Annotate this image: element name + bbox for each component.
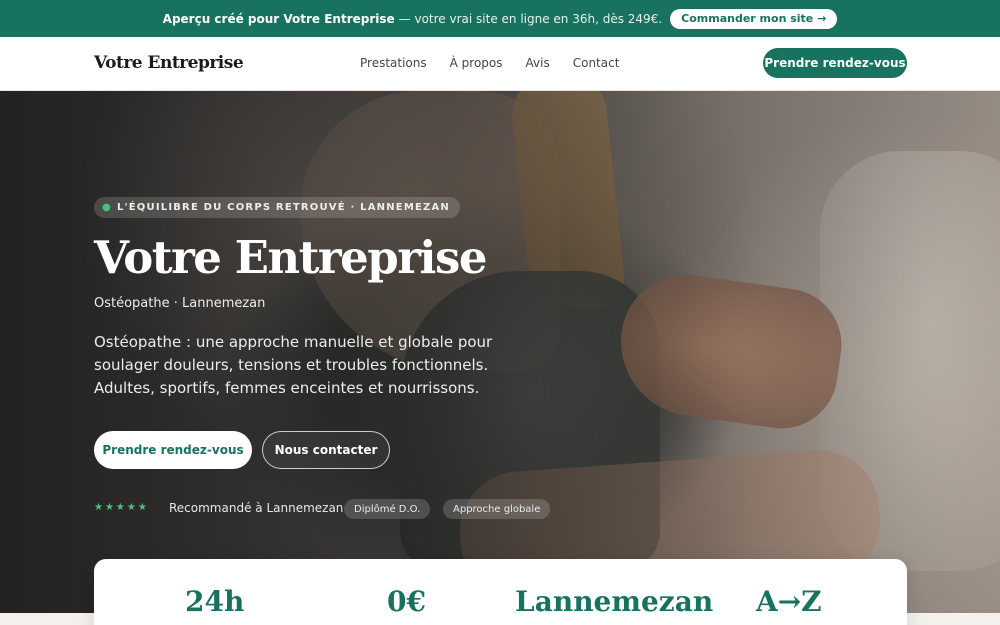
order-site-button[interactable]: Commander mon site →	[670, 8, 838, 29]
hero-title: Votre Entreprise	[94, 231, 487, 284]
nav-item-a-propos[interactable]: À propos	[450, 56, 503, 70]
stat-value: A→Z	[756, 585, 822, 618]
recommend-text: Recommandé à Lannemezan	[169, 501, 344, 515]
hero-subtitle: Ostéopathe · Lannemezan	[94, 296, 266, 311]
stats-card: 24h 0€ Lannemezan A→Z	[94, 559, 907, 625]
brand-logo[interactable]: Votre Entreprise	[94, 53, 244, 73]
badge-global-approach: Approche globale	[443, 499, 551, 519]
hero-tagline: ● L'ÉQUILIBRE DU CORPS RETROUVÉ · LANNEM…	[94, 197, 460, 218]
promo-banner: Aperçu créé pour Votre Entreprise — votr…	[0, 0, 1000, 37]
banner-text: — votre vrai site en ligne en 36h, dès 2…	[398, 11, 663, 26]
nav-item-prestations[interactable]: Prestations	[360, 56, 427, 70]
nav-menu: Prestations À propos Avis Contact	[360, 56, 619, 70]
hero-section: ● L'ÉQUILIBRE DU CORPS RETROUVÉ · LANNEM…	[0, 91, 1000, 613]
book-appointment-nav-button[interactable]: Prendre rendez-vous	[763, 48, 907, 78]
banner-strong-text: Aperçu créé pour Votre Entreprise	[162, 11, 395, 26]
nav-item-avis[interactable]: Avis	[526, 56, 550, 70]
top-navigation: Votre Entreprise Prestations À propos Av…	[0, 37, 1000, 91]
stat-value: 24h	[185, 585, 245, 618]
hero-tagline-text: L'ÉQUILIBRE DU CORPS RETROUVÉ · LANNEMEZ…	[116, 202, 450, 213]
badge-diploma: Diplômé D.O.	[344, 499, 431, 519]
rating-stars-icon: ★★★★★	[94, 502, 149, 513]
stat-value: 0€	[387, 585, 426, 618]
contact-us-button[interactable]: Nous contacter	[262, 431, 390, 469]
stat-value: Lannemezan	[515, 585, 714, 618]
nav-item-contact[interactable]: Contact	[573, 56, 620, 70]
green-dot-icon: ●	[102, 202, 112, 213]
book-appointment-button[interactable]: Prendre rendez-vous	[94, 431, 252, 469]
hero-description: Ostéopathe : une approche manuelle et gl…	[94, 333, 493, 397]
